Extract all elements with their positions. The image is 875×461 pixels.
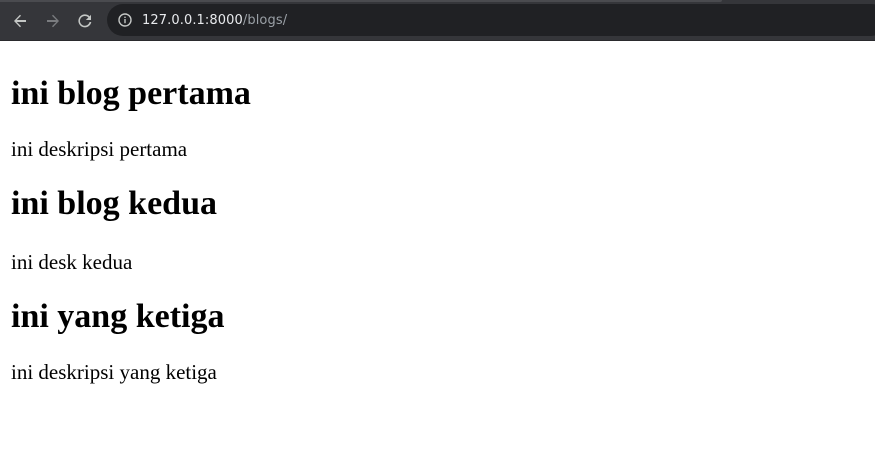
tab-strip-edge bbox=[0, 0, 722, 2]
url-text[interactable]: 127.0.0.1:8000/blogs/ bbox=[142, 13, 287, 28]
reload-icon bbox=[78, 14, 92, 28]
url-path: /blogs/ bbox=[242, 12, 288, 28]
blog-description-1: ini deskripsi pertama bbox=[11, 137, 188, 161]
blog-title-2: ini blog kedua bbox=[11, 185, 217, 222]
blog-title-3: ini yang ketiga bbox=[11, 298, 225, 335]
browser-toolbar: 127.0.0.1:8000/blogs/ bbox=[0, 0, 875, 41]
blog-description-2: ini desk kedua bbox=[11, 250, 133, 274]
url-host: 127.0.0.1:8000 bbox=[142, 12, 243, 28]
reload-button[interactable] bbox=[73, 9, 97, 33]
page-content: ini blog pertama ini deskripsi pertama i… bbox=[0, 41, 875, 385]
blog-description-3: ini deskripsi yang ketiga bbox=[11, 360, 217, 384]
info-icon[interactable] bbox=[118, 13, 132, 27]
blog-title-1: ini blog pertama bbox=[11, 75, 251, 112]
arrow-left-icon bbox=[14, 14, 26, 28]
address-bar[interactable]: 127.0.0.1:8000/blogs/ bbox=[107, 4, 875, 36]
forward-button[interactable] bbox=[41, 9, 65, 33]
back-button[interactable] bbox=[8, 9, 32, 33]
arrow-right-icon bbox=[47, 14, 59, 28]
